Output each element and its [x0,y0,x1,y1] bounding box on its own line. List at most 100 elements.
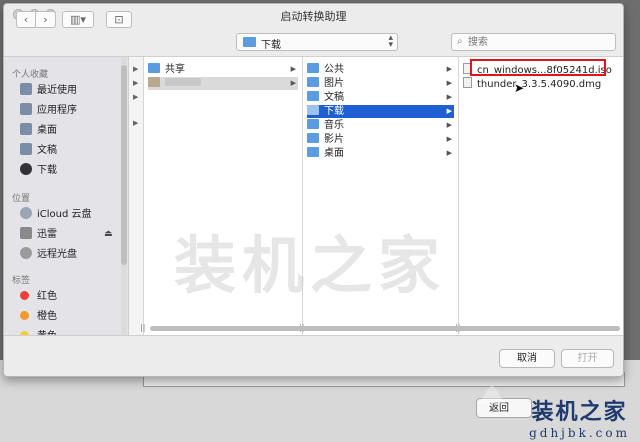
tags-header: 标签 [12,276,31,286]
horizontal-scrollbar[interactable] [132,323,620,333]
item-label: 共享 [165,64,185,75]
eject-icon[interactable]: ⏏ [104,229,113,239]
location-label: 下载 [261,40,281,51]
list-item-shared[interactable]: 共享 ▶ [148,63,298,76]
item-label: 文稿 [324,92,344,103]
chevron-right-icon: ▶ [133,93,139,101]
forward-nav-button[interactable]: › [36,11,56,28]
recents-icon [20,83,32,95]
tag-dot-icon [20,291,29,300]
cancel-button[interactable]: 取消 [499,349,555,368]
item-label: 公共 [324,64,344,75]
sidebar-item-thunder[interactable]: 迅雷 [20,227,57,243]
disk-icon [20,227,32,239]
location-popup[interactable]: 下载 ▴ ▾ [236,33,398,51]
sidebar-item-label: 远程光盘 [37,249,77,260]
item-label: 音乐 [324,120,344,131]
chevron-right-icon: ▶ [133,79,139,87]
sidebar-item-remote-disc[interactable]: 远程光盘 [20,247,77,263]
titlebar: 启动转换助理 [4,4,623,26]
item-label: 下载 [324,106,344,117]
list-item-music[interactable]: 音乐 ▶ [307,119,454,132]
applications-icon [20,103,32,115]
chevron-right-icon: ▶ [446,79,452,87]
sidebar-tag-yellow[interactable]: 黄色 [20,329,57,335]
redacted-username [165,78,201,86]
window-title: 启动转换助理 [280,10,347,23]
favorites-header: 个人收藏 [12,70,49,80]
watermark-triangle [478,384,506,404]
sidebar-item-downloads[interactable]: 下载 [20,163,57,179]
sidebar-item-label: iCloud 云盘 [37,209,92,220]
center-watermark: 装机之家 [174,229,447,302]
list-item-desktop[interactable]: 桌面 ▶ [307,147,454,160]
downloads-column: cn_windows...8f05241d.iso thunder_3.3.5.… [459,57,623,335]
sidebar-item-icloud[interactable]: iCloud 云盘 [20,207,92,223]
new-folder-icon: ⊡ [114,13,124,26]
chevron-right-icon: ▶ [446,149,452,157]
sidebar-item-label: 黄色 [37,331,57,335]
back-nav-button[interactable]: ‹ [16,11,36,28]
chevron-right-icon: ▶ [133,119,139,127]
sidebar-item-label: 文稿 [37,145,57,156]
column-view-icon: ▥▾ [70,13,86,26]
list-item-downloads[interactable]: 下载 ▶ [307,105,454,118]
list-item-user-home[interactable]: ▶ [148,77,298,90]
list-item-public[interactable]: 公共 ▶ [307,63,454,76]
dialog-footer: 取消 打开 [4,336,623,374]
sidebar-item-label: 桌面 [37,125,57,136]
chevron-right-icon: ▶ [446,107,452,115]
sidebar-item-label: 红色 [37,291,57,302]
tag-dot-icon [20,311,29,320]
view-mode-button[interactable]: ▥▾ [62,11,94,28]
chevron-right-icon: ▶ [290,79,296,87]
sidebar-scroll-thumb[interactable] [121,65,127,265]
sidebar-tag-orange[interactable]: 橙色 [20,309,57,325]
home-icon [148,77,160,87]
chevron-right-icon: › [43,13,48,26]
chevron-right-icon: ▶ [133,65,139,73]
list-item-documents[interactable]: 文稿 ▶ [307,91,454,104]
folder-icon [307,105,319,115]
disc-icon [20,247,32,259]
folder-icon [307,77,319,87]
folder-icon [148,63,160,73]
search-icon: ⌕ [457,36,463,47]
sidebar-item-applications[interactable]: 应用程序 [20,103,77,119]
locations-header: 位置 [12,194,31,204]
folder-icon [307,147,319,157]
list-item-thunder-dmg[interactable]: thunder_3.3.5.4090.dmg [463,77,619,90]
item-label: thunder_3.3.5.4090.dmg [477,79,602,90]
sidebar-item-label: 下载 [37,165,57,176]
sidebar-item-recents[interactable]: 最近使用 [20,83,77,99]
tag-dot-icon [20,331,29,335]
folder-icon [243,37,256,47]
updown-chevron-icon: ▴ ▾ [388,33,393,50]
chevron-right-icon: ▶ [446,121,452,129]
corner-watermark-url: gdhjbk.com [529,426,630,440]
browser-body: 个人收藏 最近使用 应用程序 桌面 文稿 下载 位置 iCloud 云盘 迅雷 … [4,56,623,336]
search-input[interactable] [468,35,608,49]
chevron-right-icon: ▶ [290,65,296,73]
sidebar-item-desktop[interactable]: 桌面 [20,123,57,139]
chevron-right-icon: ▶ [446,93,452,101]
horizontal-scroll-thumb[interactable] [150,326,620,331]
sidebar-tag-red[interactable]: 红色 [20,289,57,305]
chevron-left-icon: ‹ [23,13,29,26]
sidebar-item-documents[interactable]: 文稿 [20,143,57,159]
highlight-box [470,59,606,76]
sidebar: 个人收藏 最近使用 应用程序 桌面 文稿 下载 位置 iCloud 云盘 迅雷 … [4,57,129,335]
root-column[interactable]: ▶ ▶ ▶ ▶ [129,57,144,335]
open-button[interactable]: 打开 [561,349,614,368]
sidebar-item-label: 迅雷 [37,229,57,240]
item-label: 桌面 [324,148,344,159]
chevron-right-icon: ▶ [446,65,452,73]
sidebar-item-label: 最近使用 [37,85,77,96]
item-label: 影片 [324,134,344,145]
list-item-movies[interactable]: 影片 ▶ [307,133,454,146]
search-field[interactable]: ⌕ [451,33,616,51]
download-icon [20,163,32,175]
list-item-pictures[interactable]: 图片 ▶ [307,77,454,90]
desktop-icon [20,123,32,135]
new-folder-button[interactable]: ⊡ [106,11,132,28]
